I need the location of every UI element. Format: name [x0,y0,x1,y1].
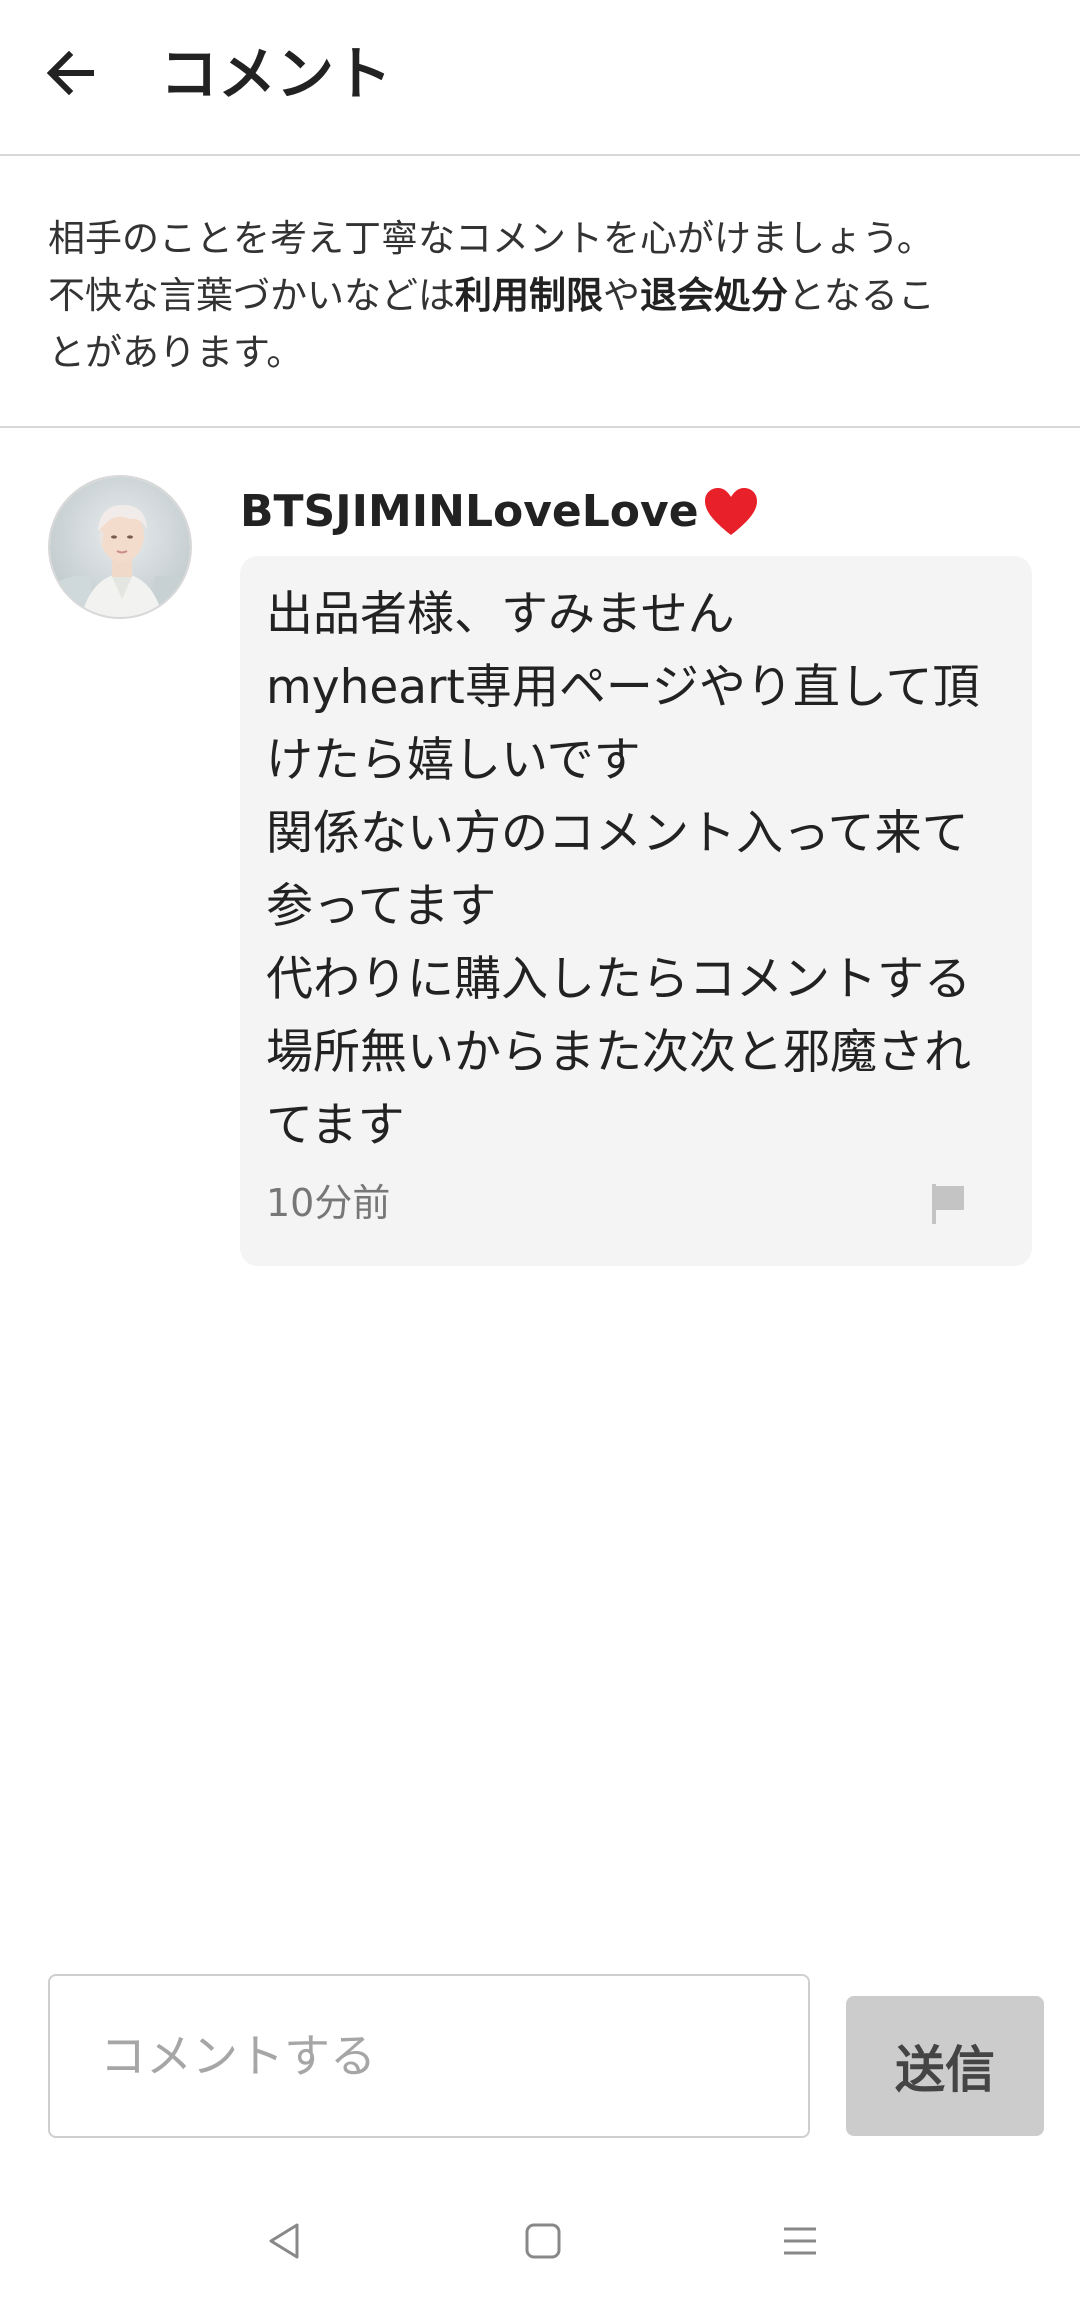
comment-timestamp: 10分前 [266,1181,391,1225]
notice-bold-withdrawal: 退会処分 [640,274,788,317]
system-navigation-bar [0,2180,1080,2306]
triangle-back-icon [269,2223,299,2259]
app-header: コメント [0,0,1080,156]
notice-line-1: 相手のことを考え丁寧なコメントを心がけましょう。 [48,217,934,260]
notice-text: となるこ [788,274,935,317]
report-flag-button[interactable] [928,1180,972,1228]
comment-bubble: 出品者様、すみません myheart専用ページやり直して頂けたら嬉しいです 関係… [240,556,1032,1266]
notice-text: や [603,274,640,317]
flag-icon [932,1184,964,1224]
nav-back-button[interactable] [245,2206,325,2276]
back-button[interactable] [36,38,106,108]
comment-input[interactable] [48,1974,810,2138]
notice-bold-usage-restriction: 利用制限 [455,274,603,317]
page-title: コメント [160,40,393,108]
comment-body: 出品者様、すみません myheart専用ページやり直して頂けたら嬉しいです 関係… [266,587,980,1153]
nav-menu-button[interactable] [760,2206,840,2276]
hamburger-menu-icon [784,2227,816,2255]
send-button[interactable]: 送信 [846,1996,1044,2136]
arrow-left-icon [46,50,94,96]
comment-username[interactable]: BTSJIMINLoveLove [240,482,759,542]
user-avatar-photo [50,477,190,617]
red-heart-icon [704,488,757,535]
avatar[interactable] [48,475,192,619]
comment-guideline-notice: 相手のことを考え丁寧なコメントを心がけましょう。 不快な言葉づかいなどは利用制限… [0,158,1080,428]
username-text: BTSJIMINLoveLove [240,486,699,537]
square-home-icon [525,2223,561,2259]
notice-text: 不快な言葉づかいなどは [48,274,455,317]
comment-screen: コメント 相手のことを考え丁寧なコメントを心がけましょう。 不快な言葉づかいなど… [0,0,1080,2306]
notice-line-3: とがあります。 [48,331,304,374]
nav-home-button[interactable] [503,2206,583,2276]
